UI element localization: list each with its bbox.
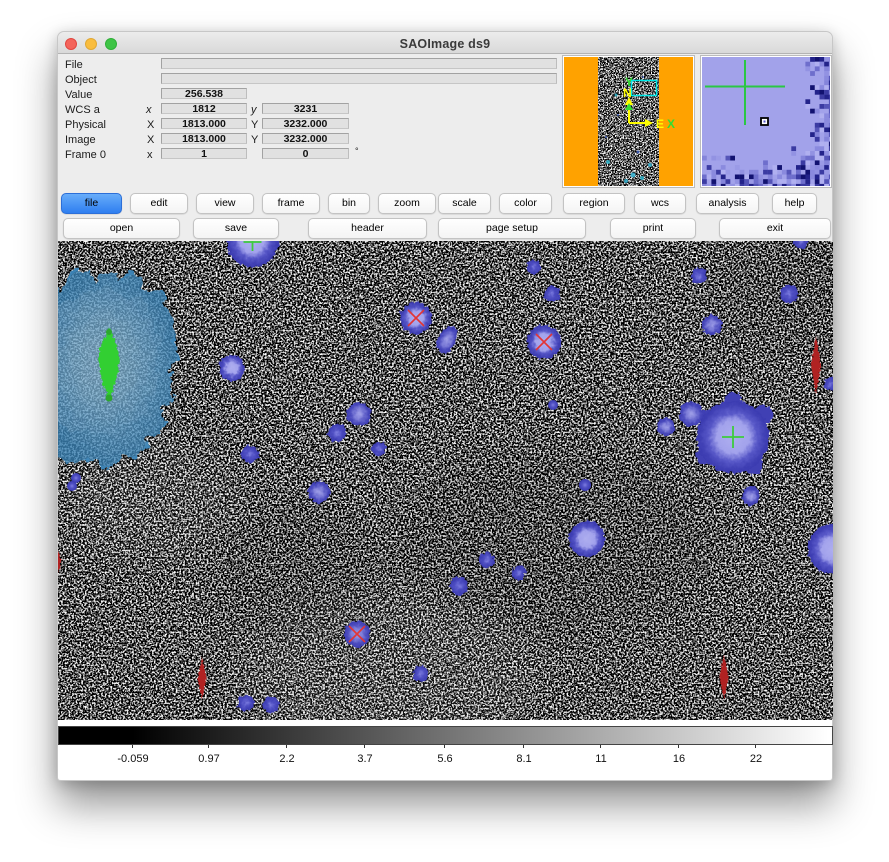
svg-text:Y: Y — [625, 75, 633, 89]
svg-text:E: E — [656, 117, 664, 131]
svg-text:X: X — [667, 117, 675, 131]
